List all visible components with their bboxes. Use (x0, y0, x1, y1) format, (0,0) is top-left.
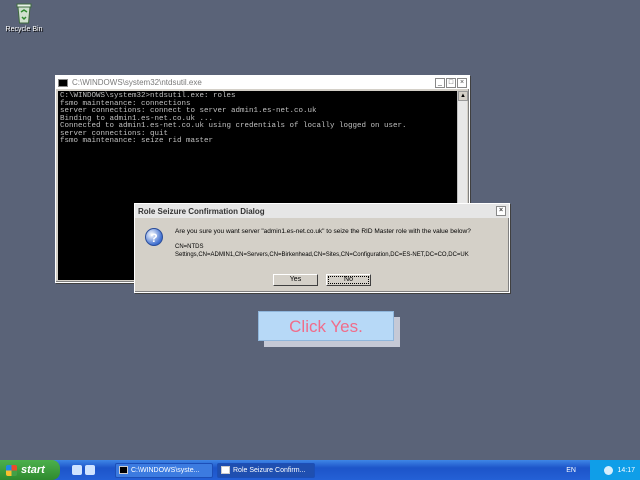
scroll-up-icon[interactable]: ▲ (458, 91, 468, 101)
yes-button[interactable]: Yes (273, 274, 318, 286)
dialog-title: Role Seizure Confirmation Dialog (138, 206, 265, 216)
clock[interactable]: 14:17 (617, 467, 635, 474)
recycle-bin-label: Recycle Bin (5, 26, 43, 33)
quick-launch-browser-icon[interactable] (85, 465, 95, 475)
close-icon[interactable]: × (496, 206, 506, 216)
console-titlebar[interactable]: C:\WINDOWS\system32\ntdsutil.exe _ □ × (56, 76, 469, 89)
dialog-value-line1: CN=NTDS (175, 244, 204, 250)
dialog-value: CN=NTDS Settings,CN=ADMIN1,CN=Servers,CN… (175, 243, 509, 259)
console-icon (58, 78, 68, 87)
maximize-icon[interactable]: □ (446, 77, 456, 88)
dialog-value-line2: Settings,CN=ADMIN1,CN=Servers,CN=Birkenh… (175, 252, 469, 258)
dialog-question: Are you sure you want server "admin1.es-… (175, 228, 471, 235)
no-button[interactable]: No (326, 274, 371, 286)
question-icon: ? (145, 228, 163, 246)
console-title: C:\WINDOWS\system32\ntdsutil.exe (72, 78, 202, 87)
role-seizure-dialog[interactable]: Role Seizure Confirmation Dialog × ? Are… (134, 203, 510, 293)
recycle-bin[interactable]: Recycle Bin (4, 2, 44, 33)
tray-network-icon[interactable] (604, 465, 614, 475)
recycle-bin-icon (14, 2, 34, 24)
windows-flag-icon (6, 464, 17, 476)
taskbar-item-console[interactable]: C:\WINDOWS\syste... (115, 462, 213, 478)
taskbar-item-dialog[interactable]: Role Seizure Confirm... (217, 462, 315, 478)
dialog-body: ? Are you sure you want server "admin1.e… (135, 218, 509, 259)
quick-launch (72, 465, 95, 475)
start-label: start (21, 464, 45, 476)
dialog-window-icon (221, 466, 230, 474)
minimize-icon[interactable]: _ (435, 77, 445, 88)
language-indicator[interactable]: EN (566, 467, 576, 474)
taskbar: start C:\WINDOWS\syste... Role Seizure C… (0, 460, 640, 480)
quick-launch-desktop-icon[interactable] (72, 465, 82, 475)
dialog-buttons: Yes No (135, 274, 509, 286)
close-icon[interactable]: × (457, 77, 467, 88)
console-icon (119, 466, 128, 474)
start-button[interactable]: start (0, 460, 60, 480)
taskbar-item-label: Role Seizure Confirm... (233, 466, 306, 474)
system-tray: 14:17 (590, 460, 640, 480)
dialog-titlebar[interactable]: Role Seizure Confirmation Dialog × (135, 204, 509, 218)
instruction-callout: Click Yes. (258, 311, 394, 341)
taskbar-item-label: C:\WINDOWS\syste... (131, 466, 200, 474)
